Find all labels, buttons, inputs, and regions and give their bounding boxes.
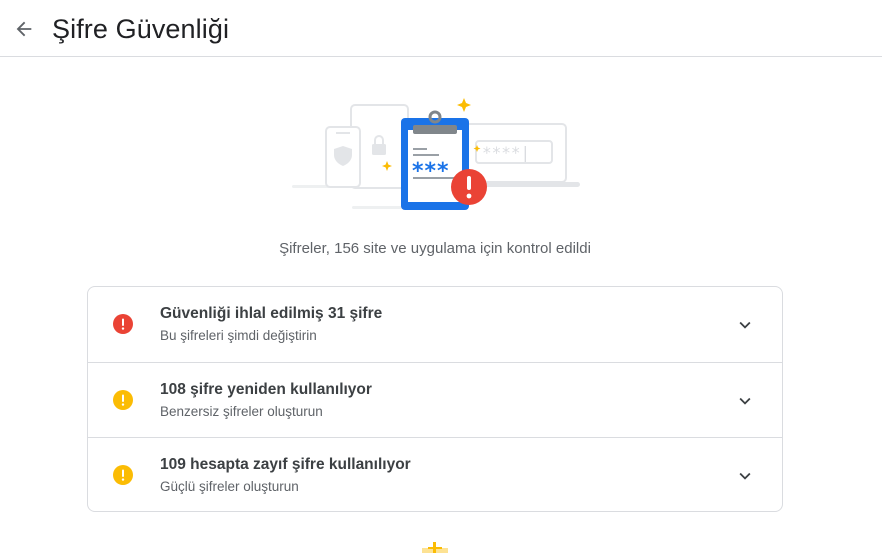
password-field-icon: ****| [475,140,553,164]
svg-text:****|: ****| [482,143,530,162]
issue-title: 109 hesapta zayıf şifre kullanılıyor [160,456,411,473]
chevron-down-icon [739,321,751,329]
phone-icon [325,126,361,188]
next-section-illustration [418,540,452,553]
issue-subtitle: Bu şifreleri şimdi değiştirin [160,328,317,343]
compromised-passwords-row[interactable]: Güvenliği ihlal edilmiş 31 şifre Bu şifr… [88,287,782,362]
back-button[interactable] [8,13,40,45]
expand-button[interactable] [734,390,756,412]
issue-subtitle: Benzersiz şifreler oluşturun [160,404,323,419]
error-icon [113,314,133,334]
warning-icon [113,390,133,410]
expand-button[interactable] [734,465,756,487]
arrow-back-icon [16,21,32,37]
weak-passwords-row[interactable]: 109 hesapta zayıf şifre kullanılıyor Güç… [88,437,782,511]
password-issues-card: Güvenliği ihlal edilmiş 31 şifre Bu şifr… [87,286,783,512]
warning-icon [113,465,133,485]
chevron-down-icon [739,397,751,405]
issue-title: Güvenliği ihlal edilmiş 31 şifre [160,305,383,322]
expand-button[interactable] [734,314,756,336]
check-summary: Şifreler, 156 site ve uygulama için kont… [279,240,591,257]
chevron-down-icon [739,472,751,480]
issue-title: 108 şifre yeniden kullanılıyor [160,381,372,398]
page-title: Şifre Güvenliği [52,14,230,44]
svg-text:***: *** [412,159,450,184]
alert-icon [451,169,487,205]
top-bar: Şifre Güvenliği [0,0,882,57]
password-check-illustration: ****| *** [292,92,592,222]
reused-passwords-row[interactable]: 108 şifre yeniden kullanılıyor Benzersiz… [88,362,782,437]
issue-subtitle: Güçlü şifreler oluşturun [160,479,299,494]
